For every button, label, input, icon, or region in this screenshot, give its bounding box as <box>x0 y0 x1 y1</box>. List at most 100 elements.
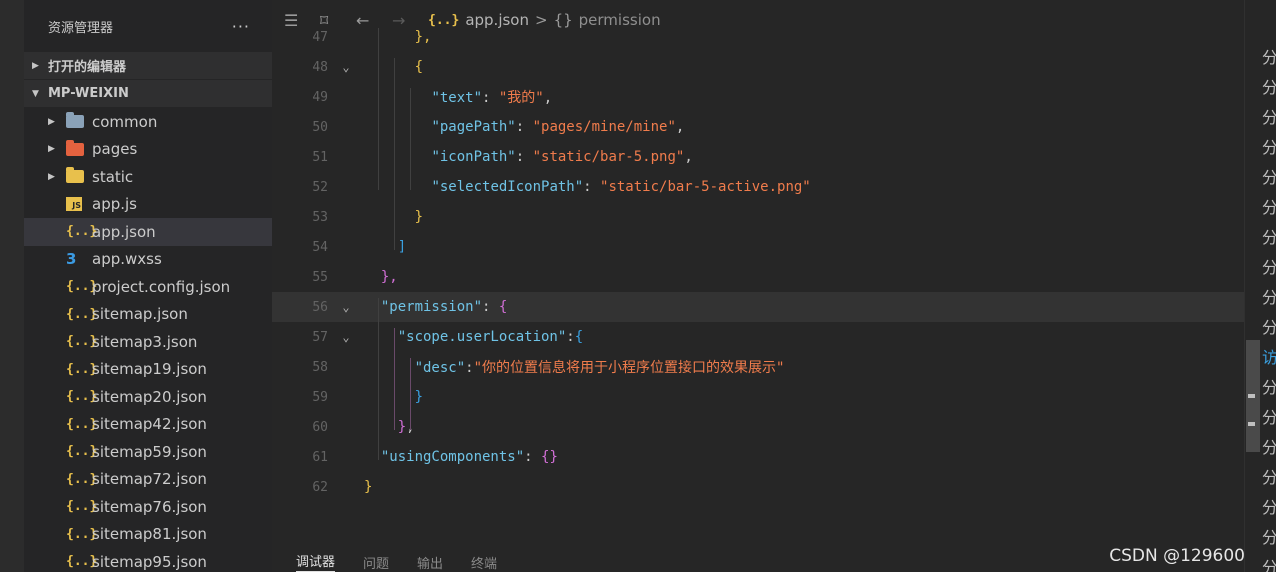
code-line-49[interactable]: 49 "text": "我的", <box>272 82 1260 112</box>
folder-icon <box>66 112 92 129</box>
tree-item-sitemap42-json[interactable]: {..} sitemap42.json <box>24 411 272 439</box>
file-tree: ▶ common ▶ pages ▶ static JS app.js {..} app.json… <box>24 108 272 572</box>
tree-item-label: sitemap59.json <box>92 442 207 461</box>
tree-item-label: sitemap72.json <box>92 470 207 489</box>
explorer-sidebar: 资源管理器 ··· ▶ 打开的编辑器 ▼ MP-WEIXIN ▶ common ▶ p… <box>24 0 272 572</box>
line-number: 53 <box>312 209 328 225</box>
tree-item-sitemap20-json[interactable]: {..} sitemap20.json <box>24 383 272 411</box>
line-number: 58 <box>312 359 328 375</box>
code-line-53[interactable]: 53 } <box>272 202 1260 232</box>
tree-item-app-wxss[interactable]: 3 app.wxss <box>24 246 272 274</box>
json-icon: {..} <box>66 472 97 487</box>
code-line-62[interactable]: 62} <box>272 472 1260 502</box>
editor-scrollbar[interactable] <box>1244 0 1261 572</box>
tree-item-pages[interactable]: ▶ pages <box>24 136 272 164</box>
code-line-61[interactable]: 61 "usingComponents": {} <box>272 442 1260 472</box>
code-token: : <box>583 179 601 195</box>
code-line-57[interactable]: 57 ⌄ "scope.userLocation":{ <box>272 322 1260 352</box>
tree-item-label: static <box>92 167 134 186</box>
code-token: "你的位置信息将用于小程序位置接口的效果展示" <box>473 360 785 376</box>
line-number: 60 <box>312 419 328 435</box>
tree-item-sitemap3-json[interactable]: {..} sitemap3.json <box>24 328 272 356</box>
code-token: {} <box>541 449 558 465</box>
json-icon: {..} <box>66 444 97 459</box>
code-text: "selectedIconPath": "static/bar-5-active… <box>364 179 810 195</box>
tree-item-sitemap72-json[interactable]: {..} sitemap72.json <box>24 466 272 494</box>
indent-guide <box>378 28 379 190</box>
code-line-59[interactable]: 59 } <box>272 382 1260 412</box>
tree-item-label: pages <box>92 140 138 159</box>
code-token: , <box>675 119 685 135</box>
tree-item-common[interactable]: ▶ common <box>24 108 272 136</box>
section-project[interactable]: ▼ MP-WEIXIN <box>24 80 272 107</box>
tree-item-sitemap59-json[interactable]: {..} sitemap59.json <box>24 438 272 466</box>
icon-glyph: JS <box>66 197 82 212</box>
overview-marker <box>1248 422 1255 426</box>
code-line-56[interactable]: 56 ⌄ "permission": { <box>272 292 1260 322</box>
code-line-51[interactable]: 51 "iconPath": "static/bar-5.png", <box>272 142 1260 172</box>
code-token: { <box>498 299 508 315</box>
tree-item-label: sitemap19.json <box>92 360 207 379</box>
line-number: 52 <box>312 179 328 195</box>
panel-tab[interactable]: 输出 <box>417 553 443 572</box>
chevron-right-icon: ▶ <box>32 60 39 71</box>
fold-chevron-icon[interactable]: ⌄ <box>328 300 364 314</box>
code-line-58[interactable]: 58 "desc":"你的位置信息将用于小程序位置接口的效果展示" <box>272 352 1260 382</box>
more-actions-icon[interactable]: ··· <box>232 17 250 36</box>
panel-tab[interactable]: 调试器 <box>296 551 336 572</box>
tree-item-static[interactable]: ▶ static <box>24 163 272 191</box>
code-token: : <box>515 149 533 165</box>
code-line-47[interactable]: 47 }, <box>272 22 1260 52</box>
code-line-48[interactable]: 48 ⌄ { <box>272 52 1260 82</box>
indent-guide <box>378 298 379 460</box>
secondary-editor-glyph: 分 <box>1262 228 1276 247</box>
panel-tab[interactable]: 问题 <box>363 553 389 572</box>
js-icon: JS <box>66 197 92 212</box>
tree-item-app-js[interactable]: JS app.js <box>24 191 272 219</box>
bottom-panel-tabs: 调试器 问题 输出 终端 <box>296 548 525 572</box>
tree-item-app-json[interactable]: {..} app.json <box>24 218 272 246</box>
tree-item-sitemap19-json[interactable]: {..} sitemap19.json <box>24 356 272 384</box>
code-line-55[interactable]: 55 }, <box>272 262 1260 292</box>
chevron-right-icon[interactable]: ▶ <box>48 117 66 127</box>
tree-item-sitemap95-json[interactable]: {..} sitemap95.json <box>24 548 272 572</box>
fold-chevron-icon[interactable]: ⌄ <box>328 60 364 74</box>
line-number: 57 <box>312 329 328 345</box>
json-icon: {..} <box>66 334 97 349</box>
section-open-editors[interactable]: ▶ 打开的编辑器 <box>24 52 272 79</box>
code-editor[interactable]: ☰ ⌑ ← → {..} app.json > {} permission 47… <box>272 0 1262 572</box>
tree-item-project-config-json[interactable]: {..} project.config.json <box>24 273 272 301</box>
code-line-54[interactable]: 54 ] <box>272 232 1260 262</box>
secondary-editor-glyph: 访 <box>1262 348 1276 367</box>
tree-item-label: sitemap81.json <box>92 525 207 544</box>
panel-tab[interactable]: 终端 <box>471 553 497 572</box>
code-token: } <box>414 209 424 225</box>
code-line-50[interactable]: 50 "pagePath": "pages/mine/mine", <box>272 112 1260 142</box>
code-text: "text": "我的", <box>364 87 552 107</box>
tree-item-sitemap81-json[interactable]: {..} sitemap81.json <box>24 521 272 549</box>
chevron-right-icon[interactable]: ▶ <box>48 172 66 182</box>
code-line-60[interactable]: 60 }, <box>272 412 1260 442</box>
overview-marker <box>1248 394 1255 398</box>
code-line-52[interactable]: 52 "selectedIconPath": "static/bar-5-act… <box>272 172 1260 202</box>
chevron-right-icon[interactable]: ▶ <box>48 144 66 154</box>
fold-chevron-icon[interactable]: ⌄ <box>328 330 364 344</box>
line-number: 49 <box>312 89 328 105</box>
indent-guide <box>410 88 411 190</box>
secondary-editor-glyph: 分 <box>1262 438 1276 457</box>
json-icon: {..} <box>66 499 97 514</box>
code-text: "scope.userLocation":{ <box>364 329 583 345</box>
line-number: 51 <box>312 149 328 165</box>
tree-item-sitemap76-json[interactable]: {..} sitemap76.json <box>24 493 272 521</box>
code-lines[interactable]: 47 }, 48 ⌄ {49 "text": "我的", 50 "pagePath":… <box>272 22 1260 502</box>
secondary-editor-glyph: 分 <box>1262 258 1276 277</box>
code-text: }, <box>364 269 398 285</box>
tree-item-sitemap-json[interactable]: {..} sitemap.json <box>24 301 272 329</box>
secondary-editor-glyph: 分 <box>1262 78 1276 97</box>
json-icon: {..} <box>66 307 97 322</box>
code-token: : <box>482 90 499 106</box>
